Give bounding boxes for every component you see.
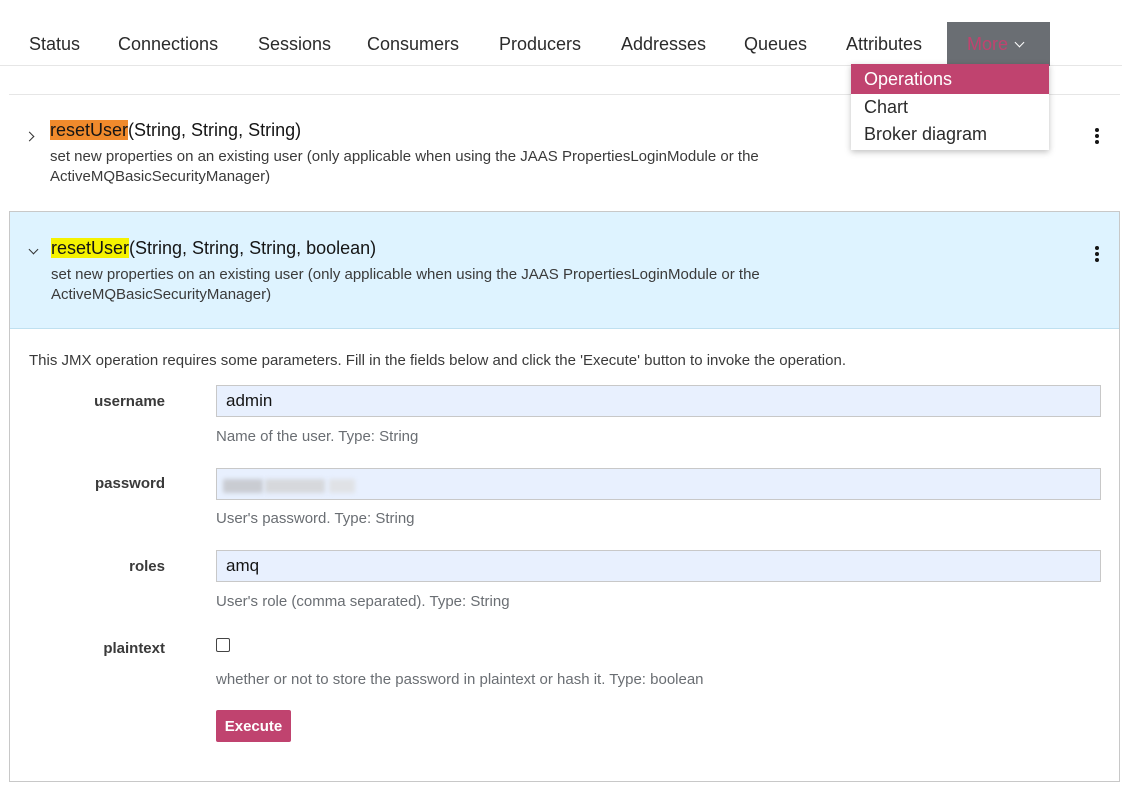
redacted-blur bbox=[329, 479, 355, 493]
tab-consumers[interactable]: Consumers bbox=[367, 22, 459, 66]
operation-header[interactable]: resetUser(String, String, String, boolea… bbox=[10, 212, 1119, 329]
page: Status Connections Sessions Consumers Pr… bbox=[0, 0, 1122, 791]
operation-name-highlight: resetUser bbox=[51, 238, 130, 258]
roles-help: User's role (comma separated). Type: Str… bbox=[216, 593, 510, 610]
redacted-blur bbox=[265, 479, 325, 493]
password-help: User's password. Type: String bbox=[216, 510, 415, 527]
roles-label: roles bbox=[129, 558, 165, 575]
expand-toggle[interactable] bbox=[24, 131, 35, 142]
collapse-toggle[interactable] bbox=[28, 244, 39, 255]
kebab-menu-icon[interactable] bbox=[1094, 246, 1100, 264]
execute-button[interactable]: Execute bbox=[216, 710, 291, 742]
chevron-down-icon bbox=[28, 244, 39, 255]
tab-status[interactable]: Status bbox=[29, 22, 80, 66]
username-label: username bbox=[94, 393, 165, 410]
tab-attributes[interactable]: Attributes bbox=[846, 22, 922, 66]
tab-sessions[interactable]: Sessions bbox=[258, 22, 331, 66]
tab-more-label: More bbox=[967, 34, 1009, 54]
menu-item-broker-diagram[interactable]: Broker diagram bbox=[851, 121, 1049, 148]
username-help: Name of the user. Type: String bbox=[216, 428, 419, 445]
plaintext-checkbox[interactable] bbox=[216, 638, 230, 652]
password-input[interactable] bbox=[216, 468, 1101, 500]
nav-tabs: Status Connections Sessions Consumers Pr… bbox=[0, 22, 1122, 66]
tab-connections[interactable]: Connections bbox=[118, 22, 218, 66]
operation-title: resetUser(String, String, String, boolea… bbox=[51, 238, 376, 259]
form-intro-text: This JMX operation requires some paramet… bbox=[29, 352, 846, 369]
operation-signature: (String, String, String, boolean) bbox=[129, 238, 377, 258]
plaintext-label: plaintext bbox=[103, 640, 165, 657]
operation-signature: (String, String, String) bbox=[128, 120, 302, 140]
username-input[interactable] bbox=[216, 385, 1101, 417]
operation-description: set new properties on an existing user (… bbox=[51, 266, 760, 303]
more-dropdown-menu: Operations Chart Broker diagram bbox=[851, 64, 1049, 150]
chevron-down-icon bbox=[1014, 37, 1025, 48]
menu-item-operations[interactable]: Operations bbox=[851, 64, 1049, 94]
kebab-menu-icon[interactable] bbox=[1094, 128, 1100, 146]
password-label: password bbox=[94, 475, 165, 492]
operation-description: set new properties on an existing user (… bbox=[50, 148, 759, 185]
menu-item-chart[interactable]: Chart bbox=[851, 94, 1049, 121]
redacted-blur bbox=[223, 479, 263, 493]
tab-addresses[interactable]: Addresses bbox=[621, 22, 706, 66]
tab-producers[interactable]: Producers bbox=[499, 22, 581, 66]
tab-queues[interactable]: Queues bbox=[744, 22, 807, 66]
operation-name-highlight: resetUser bbox=[50, 120, 129, 140]
roles-input[interactable] bbox=[216, 550, 1101, 582]
operation-item-expanded: resetUser(String, String, String, boolea… bbox=[9, 211, 1120, 782]
operation-title: resetUser(String, String, String) bbox=[50, 120, 301, 141]
tab-more[interactable]: More bbox=[947, 22, 1050, 66]
plaintext-help: whether or not to store the password in … bbox=[216, 671, 704, 688]
chevron-right-icon bbox=[24, 131, 35, 142]
